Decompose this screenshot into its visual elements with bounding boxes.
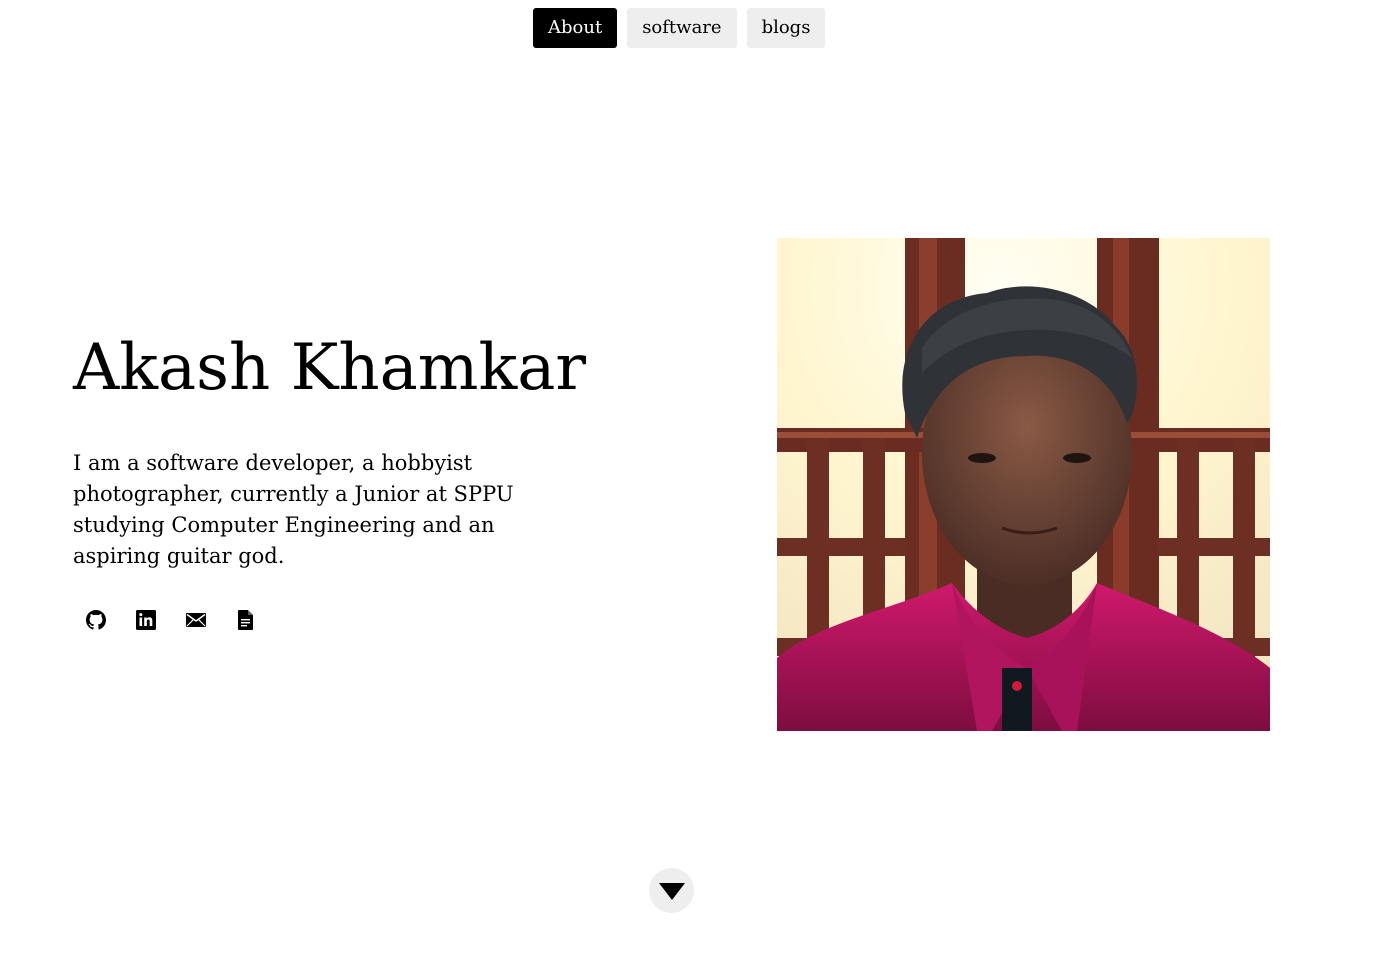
nav-blogs-button[interactable]: blogs xyxy=(746,8,826,48)
mail-link[interactable] xyxy=(184,604,208,636)
intro-section: Akash Khamkar I am a software developer,… xyxy=(73,330,586,572)
mail-icon xyxy=(186,613,206,627)
linkedin-icon xyxy=(136,610,156,630)
nav-about-button[interactable]: About xyxy=(533,8,618,48)
page-title: Akash Khamkar xyxy=(73,331,586,405)
bio-text: I am a software developer, a hobbyist ph… xyxy=(73,451,514,568)
github-link[interactable] xyxy=(84,604,108,636)
scroll-down-button[interactable] xyxy=(649,868,694,913)
triangle-down-icon xyxy=(658,882,685,900)
nav-software-button[interactable]: software xyxy=(627,8,737,48)
portrait-photo xyxy=(777,238,1270,731)
resume-link[interactable] xyxy=(234,604,258,636)
github-icon xyxy=(86,610,106,630)
linkedin-link[interactable] xyxy=(134,604,158,636)
top-nav: About software blogs xyxy=(533,8,826,48)
social-links xyxy=(84,604,258,636)
page: About software blogs Akash Khamkar I am … xyxy=(0,0,1376,953)
profile-photo xyxy=(777,238,1270,731)
document-icon xyxy=(238,610,253,630)
